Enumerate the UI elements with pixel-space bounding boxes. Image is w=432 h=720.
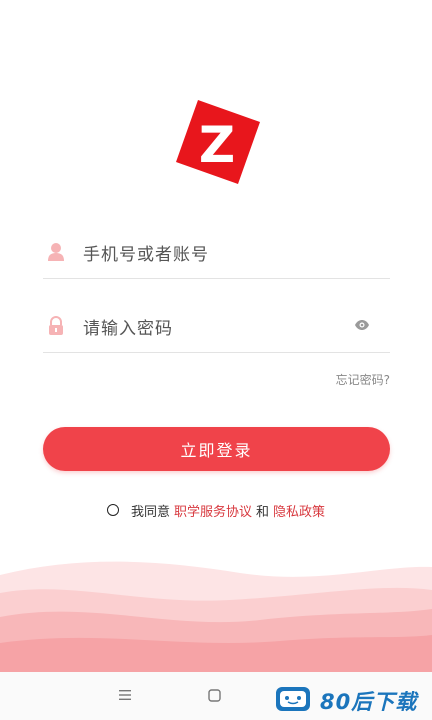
watermark-text: 80后下载 [320, 690, 418, 714]
password-input-placeholder: 请输入密码 [83, 319, 173, 339]
eye-icon[interactable] [354, 319, 370, 331]
logo-letter: Z [199, 116, 235, 174]
password-field[interactable]: 请输入密码 [43, 302, 390, 353]
lock-icon [49, 316, 63, 335]
forgot-password-link[interactable]: 忘记密码? [336, 371, 390, 388]
decorative-waves [0, 561, 432, 675]
privacy-policy-link[interactable]: 隐私政策 [273, 501, 325, 520]
account-field[interactable]: 手机号或者账号 [43, 228, 390, 279]
user-icon [48, 243, 64, 261]
login-button[interactable]: 立即登录 [43, 427, 390, 471]
agreement-row: 我同意 职学服务协议 和 隐私政策 [107, 500, 325, 520]
agreement-conjunction: 和 [256, 504, 270, 520]
account-input-placeholder: 手机号或者账号 [83, 245, 209, 265]
app-logo: Z [176, 100, 260, 184]
tv-mascot-icon [276, 687, 310, 711]
agreement-prefix: 我同意 [131, 504, 171, 520]
home-square-icon[interactable] [208, 689, 221, 702]
menu-icon[interactable] [119, 689, 131, 701]
agreement-checkbox[interactable] [107, 504, 119, 516]
service-agreement-link[interactable]: 职学服务协议 [174, 501, 252, 520]
watermark: 80后下载 [274, 684, 424, 714]
